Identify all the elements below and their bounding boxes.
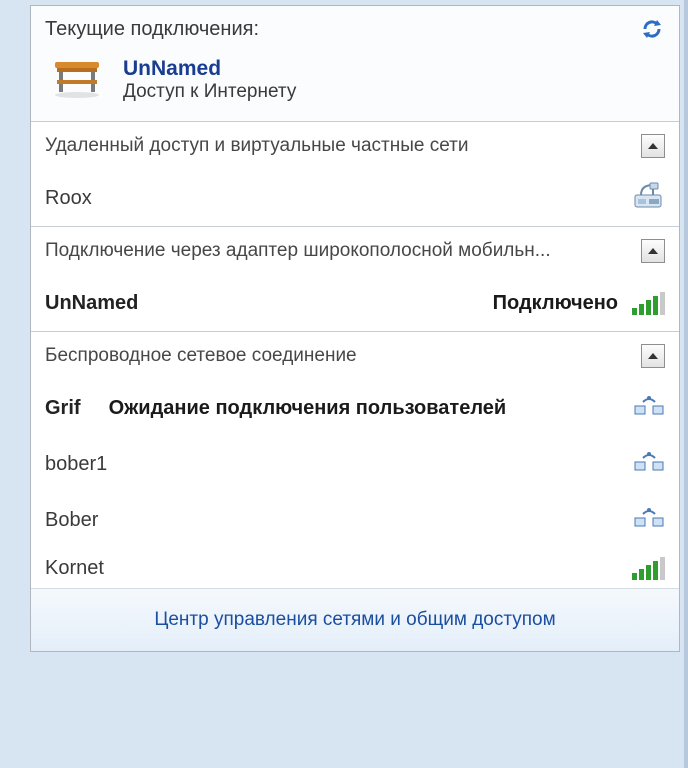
- adhoc-icon: [633, 394, 665, 423]
- collapse-button[interactable]: [641, 344, 665, 368]
- network-name: UnNamed: [45, 292, 138, 315]
- network-name: Kornet: [45, 557, 104, 580]
- collapse-button[interactable]: [641, 239, 665, 263]
- dialup-section-title: Удаленный доступ и виртуальные частные с…: [45, 135, 468, 157]
- network-item-bober[interactable]: Bober: [45, 492, 665, 548]
- network-item-roox[interactable]: Roox: [45, 170, 665, 226]
- current-connection-status: Доступ к Интернету: [123, 81, 296, 103]
- current-connection-name: UnNamed: [123, 57, 296, 81]
- current-connections-title: Текущие подключения:: [45, 6, 259, 41]
- refresh-icon[interactable]: [639, 6, 665, 47]
- signal-icon: [632, 291, 665, 315]
- broadband-section-title: Подключение через адаптер широкополосной…: [45, 240, 551, 262]
- network-status: Подключено: [493, 292, 618, 315]
- signal-icon: [632, 556, 665, 580]
- bench-icon: [51, 58, 107, 103]
- network-item-unnamed[interactable]: UnNamed Подключено: [45, 275, 665, 331]
- network-center-link[interactable]: Центр управления сетями и общим доступом: [154, 609, 555, 631]
- wireless-section-title: Беспроводное сетевое соединение: [45, 345, 357, 367]
- network-item-kornet[interactable]: Kornet: [45, 548, 665, 588]
- footer: Центр управления сетями и общим доступом: [31, 588, 679, 651]
- network-name: Grif: [45, 397, 81, 420]
- modem-icon: [631, 181, 665, 216]
- network-item-grif[interactable]: Grif Ожидание подключения пользователей: [45, 380, 665, 436]
- network-flyout: Текущие подключения:: [30, 5, 680, 652]
- network-name: Roox: [45, 187, 92, 210]
- adhoc-icon: [633, 506, 665, 535]
- network-status: Ожидание подключения пользователей: [109, 397, 507, 420]
- network-name: Bober: [45, 509, 98, 532]
- adhoc-icon: [633, 450, 665, 479]
- collapse-button[interactable]: [641, 134, 665, 158]
- network-name: bober1: [45, 453, 107, 476]
- network-item-bober1[interactable]: bober1: [45, 436, 665, 492]
